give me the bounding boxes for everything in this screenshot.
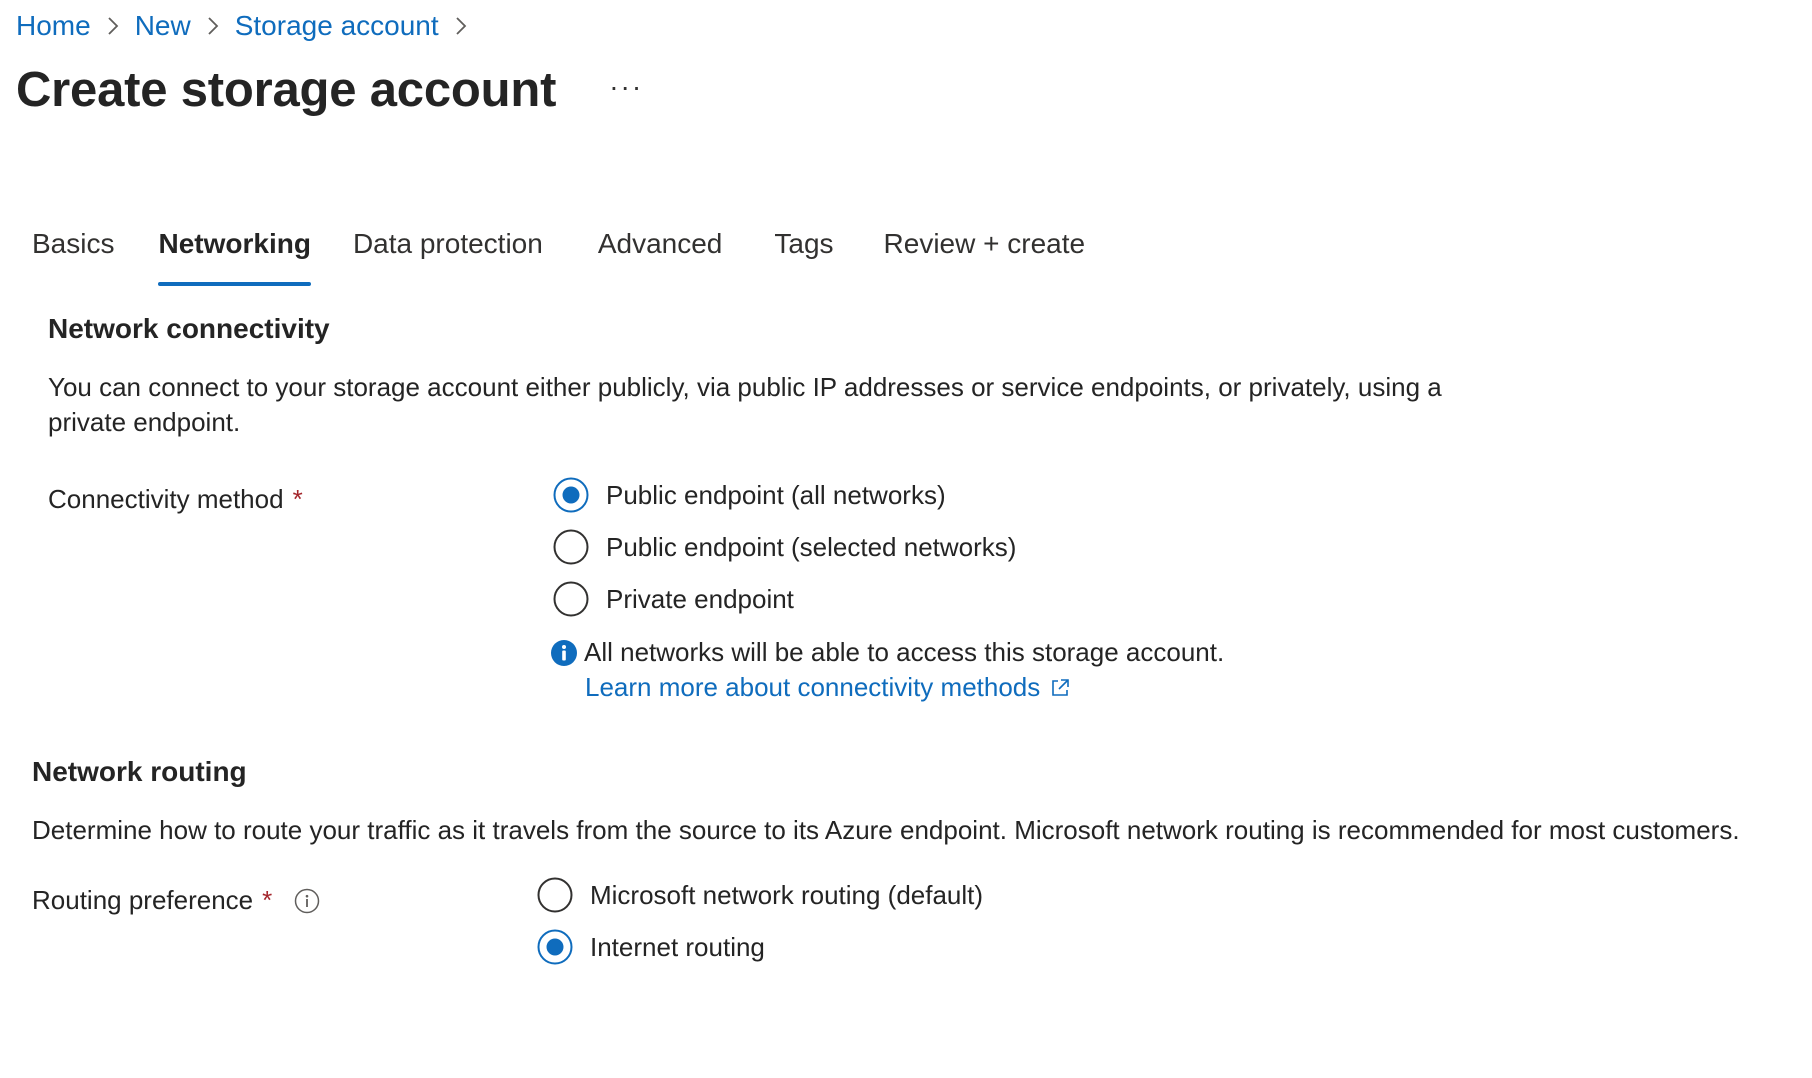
tab-data-protection[interactable]: Data protection [353,228,543,288]
network-routing-description: Determine how to route your traffic as i… [32,815,1740,845]
radio-unselected-icon [553,581,589,617]
tab-review-create[interactable]: Review + create [884,228,1086,288]
tab-networking[interactable]: Networking [158,228,312,288]
learn-more-text: Learn more about connectivity methods [585,672,1041,702]
info-outline-icon[interactable] [294,888,320,914]
title-row: Create storage account ··· [16,62,646,118]
radio-public-all-networks[interactable]: Public endpoint (all networks) [553,477,946,513]
connectivity-method-label: Connectivity method * [48,484,303,515]
radio-private-endpoint[interactable]: Private endpoint [553,581,794,617]
chevron-right-icon [191,11,235,41]
breadcrumb-new-link[interactable]: New [135,10,191,42]
radio-label: Internet routing [590,931,765,962]
page-title: Create storage account [16,63,557,117]
radio-label: Microsoft network routing (default) [590,879,984,910]
radio-internet-routing[interactable]: Internet routing [537,929,765,965]
radio-selected-icon [537,929,573,965]
connectivity-info-message: All networks will be able to access this… [550,637,1224,668]
required-marker: * [262,885,273,915]
network-routing-heading: Network routing [32,756,247,787]
breadcrumb-home-link[interactable]: Home [16,10,91,42]
routing-preference-label: Routing preference * [32,885,320,916]
radio-label: Public endpoint (selected networks) [606,531,1017,562]
ellipsis-icon: ··· [609,71,644,102]
tab-basics[interactable]: Basics [32,228,114,288]
chevron-right-icon [439,11,483,41]
wizard-tabs: Basics Networking Data protection Advanc… [32,228,1085,288]
chevron-right-icon [91,11,135,41]
more-options-button[interactable]: ··· [606,67,646,107]
info-message-text: All networks will be able to access this… [584,637,1225,667]
radio-unselected-icon [537,877,573,913]
required-marker: * [292,484,303,514]
external-link-icon [1052,678,1070,696]
connectivity-method-label-text: Connectivity method [48,484,284,514]
learn-more-connectivity-link[interactable]: Learn more about connectivity methods [585,672,1071,703]
radio-label: Private endpoint [606,583,794,614]
breadcrumb-storage-account-link[interactable]: Storage account [235,10,439,42]
tab-tags[interactable]: Tags [774,228,833,288]
info-icon [551,639,577,666]
radio-label: Public endpoint (all networks) [606,479,946,510]
create-storage-account-page: Home New Storage account Create storage … [0,0,1812,1078]
radio-unselected-icon [553,529,589,565]
breadcrumb: Home New Storage account [16,8,483,44]
network-connectivity-heading: Network connectivity [48,313,330,344]
radio-microsoft-network-routing[interactable]: Microsoft network routing (default) [537,877,983,913]
radio-public-selected-networks[interactable]: Public endpoint (selected networks) [553,529,1016,565]
radio-selected-icon [553,477,589,513]
network-connectivity-description: You can connect to your storage account … [48,372,1442,437]
routing-preference-label-text: Routing preference [32,885,254,915]
tab-advanced[interactable]: Advanced [598,228,723,288]
